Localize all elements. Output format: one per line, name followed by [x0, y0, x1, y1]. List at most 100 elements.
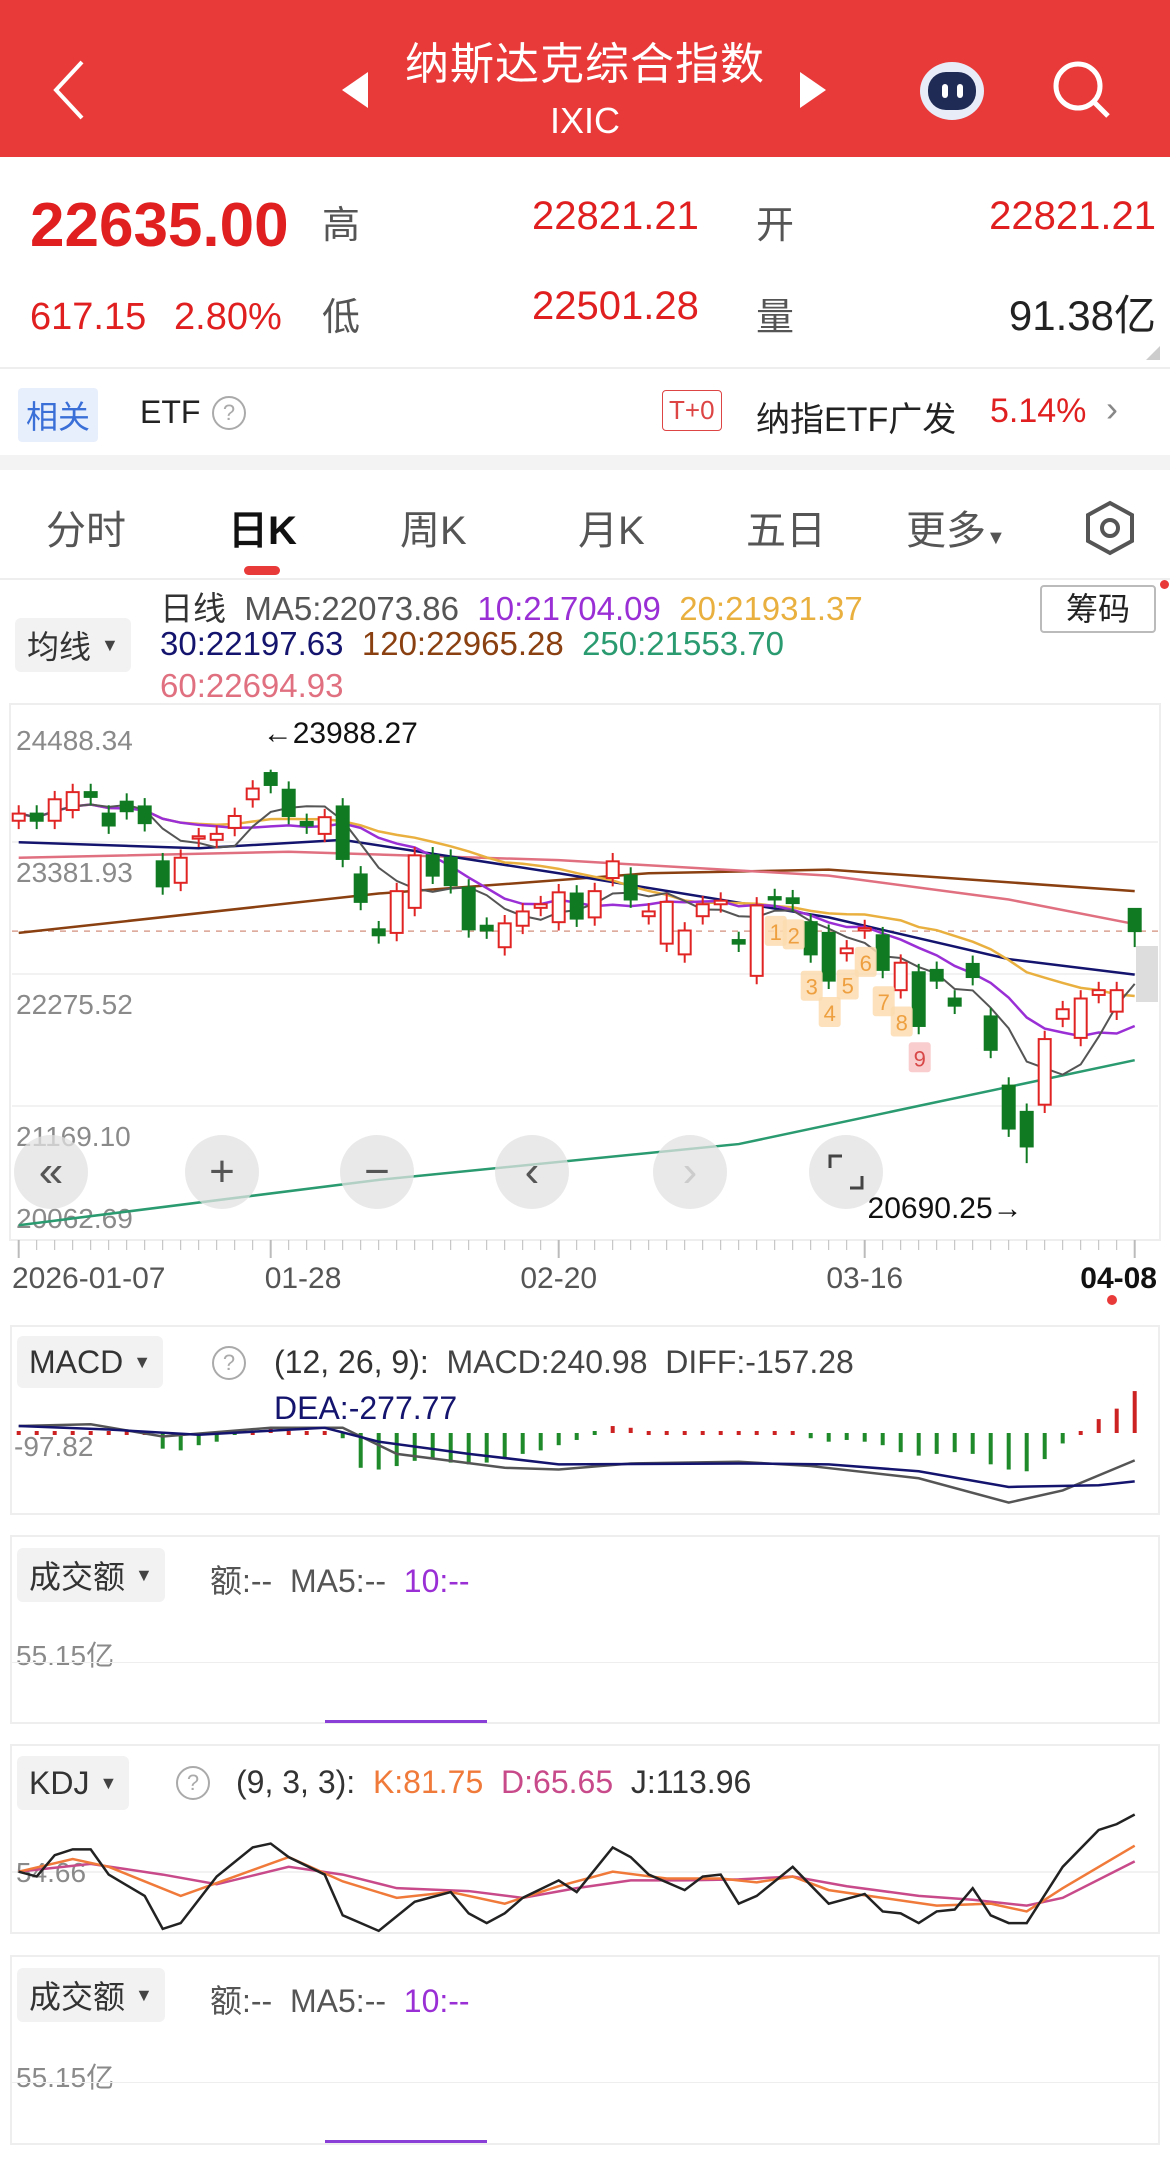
candle-body	[371, 928, 386, 937]
fullscreen-button[interactable]	[809, 1135, 883, 1209]
candle-body	[641, 910, 656, 918]
turnover-values-2: 额:-- MA5:-- 10:--	[210, 1976, 470, 2022]
amount-value: 额:--	[210, 1983, 273, 2019]
macd-selector-label: MACD	[29, 1343, 124, 1380]
candle-body	[137, 805, 152, 825]
candle-body	[335, 805, 350, 860]
zoom-in-button[interactable]: +	[185, 1135, 259, 1209]
candle-body	[1091, 989, 1106, 996]
ma10-value: 10:--	[403, 1563, 470, 1599]
turnover-panel	[10, 1535, 1160, 1724]
turnover-selector-label: 成交额	[29, 1559, 126, 1595]
ma10-segment	[325, 1720, 487, 1723]
help-icon[interactable]: ?	[176, 1766, 210, 1800]
ma10-value: 10:--	[403, 1983, 470, 2019]
macd-selector[interactable]: MACD ▼	[17, 1336, 164, 1388]
candle-body	[119, 800, 134, 813]
k-value: K:81.75	[372, 1764, 484, 1800]
candle-body	[317, 816, 332, 835]
candle-body	[497, 922, 512, 949]
candle-body	[263, 772, 278, 786]
turnover-panel-2	[10, 1955, 1160, 2145]
candle-body	[749, 904, 764, 977]
candle-body	[1037, 1038, 1052, 1106]
candle-body	[101, 812, 116, 827]
td-sequence-number: 4	[824, 1001, 836, 1026]
candle-body	[929, 968, 944, 982]
kdj-selector-label: KDJ	[29, 1764, 90, 1801]
candle-body	[911, 971, 926, 1027]
x-axis-label: 01-28	[265, 1262, 342, 1295]
candle-body	[155, 860, 170, 888]
macd-params: (12, 26, 9):	[274, 1344, 429, 1380]
double-chevron-left-icon: «	[38, 1147, 64, 1196]
candle-body	[947, 997, 962, 1007]
current-date-dot	[1107, 1295, 1117, 1305]
candle-body	[569, 892, 584, 920]
dea-value: DEA:-277.77	[274, 1390, 458, 1426]
candle-body	[299, 820, 314, 827]
candle-body	[515, 910, 530, 927]
candle-body	[983, 1015, 998, 1051]
candle-body	[965, 962, 980, 979]
chevron-right-icon: ›	[682, 1147, 698, 1196]
scroll-right-button[interactable]: ›	[653, 1135, 727, 1209]
candle-body	[695, 903, 710, 918]
zoom-out-button[interactable]: −	[340, 1135, 414, 1209]
candle-body	[857, 927, 872, 932]
candle-body	[551, 891, 566, 924]
candle-body	[821, 931, 836, 982]
candle-body	[29, 812, 44, 822]
candle-body	[227, 814, 242, 829]
candle-body	[1019, 1110, 1034, 1148]
turnover-selector[interactable]: 成交额 ▼	[17, 1548, 165, 1602]
caret-down-icon: ▼	[133, 1351, 152, 1372]
scroll-left-button[interactable]: ‹	[495, 1135, 569, 1209]
candle-body	[245, 787, 260, 801]
amount-value: 额:--	[210, 1563, 273, 1599]
td-sequence-number: 8	[896, 1011, 908, 1036]
candle-body	[731, 939, 746, 945]
high-marker: ←23988.27	[263, 717, 418, 750]
td-sequence-number: 5	[842, 974, 854, 999]
kdj-params: (9, 3, 3):	[236, 1764, 356, 1800]
x-axis-label: 02-20	[520, 1262, 597, 1295]
candle-body	[605, 860, 620, 880]
candle-body	[875, 934, 890, 971]
candle-body	[11, 812, 26, 822]
y-axis-label: 55.15亿	[16, 1640, 115, 1671]
candle-body	[191, 835, 206, 840]
diff-value: DIFF:-157.28	[665, 1344, 854, 1380]
turnover-selector-2[interactable]: 成交额 ▼	[17, 1968, 165, 2022]
candle-body	[173, 856, 188, 884]
kdj-selector[interactable]: KDJ ▼	[17, 1756, 130, 1810]
candle-body	[407, 854, 422, 909]
x-axis-label: 04-08	[1080, 1262, 1157, 1295]
caret-down-icon: ▼	[135, 1564, 153, 1585]
plus-icon: +	[209, 1147, 235, 1196]
td-sequence-number: 6	[860, 951, 872, 976]
help-icon[interactable]: ?	[212, 1346, 246, 1380]
candle-body	[893, 961, 908, 992]
candlestick-chart[interactable]: 24488.3423381.9322275.5221169.1020062.69…	[0, 0, 1170, 1310]
candle-body	[1055, 1008, 1070, 1020]
td-sequence-number: 1	[770, 920, 782, 945]
low-marker: 20690.25→	[868, 1192, 1023, 1225]
d-value: D:65.65	[501, 1764, 614, 1800]
candle-body	[659, 900, 674, 945]
td-sequence-number: 2	[788, 923, 800, 948]
kdj-values: (9, 3, 3): K:81.75 D:65.65 J:113.96	[236, 1764, 751, 1801]
candle-body	[677, 929, 692, 956]
fullscreen-icon	[828, 1154, 864, 1190]
scroll-to-start-button[interactable]: «	[14, 1135, 88, 1209]
minus-icon: −	[364, 1147, 390, 1196]
candle-body	[281, 788, 296, 817]
turnover-values: 额:-- MA5:-- 10:--	[210, 1556, 470, 1602]
caret-down-icon: ▼	[99, 1772, 118, 1793]
candle-body	[533, 903, 548, 909]
ma5-value: MA5:--	[290, 1983, 386, 2019]
x-axis-label: 2026-01-07	[12, 1262, 165, 1295]
candle-body	[713, 899, 728, 906]
candle-body	[389, 890, 404, 934]
chart-scrollbar[interactable]	[1136, 946, 1158, 1002]
